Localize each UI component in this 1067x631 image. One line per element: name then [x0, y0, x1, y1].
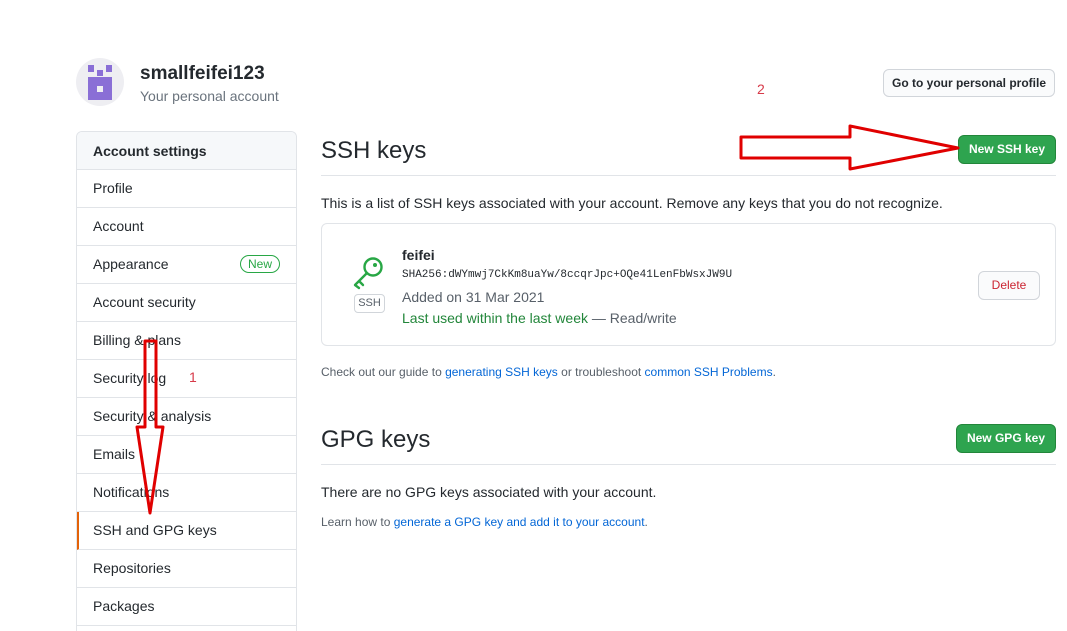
common-ssh-problems-link[interactable]: common SSH Problems: [645, 365, 773, 379]
guide-suffix: .: [772, 365, 776, 379]
delete-key-button[interactable]: Delete: [978, 271, 1040, 300]
sidebar-item-label: Billing & plans: [93, 332, 181, 348]
sidebar-item-label: Profile: [93, 180, 133, 196]
ssh-keys-heading: SSH keys: [321, 137, 427, 164]
learn-prefix: Learn how to: [321, 515, 394, 529]
key-last-used-text: Last used within the last week: [402, 310, 588, 326]
guide-prefix: Check out our guide to: [321, 365, 446, 379]
key-access: — Read/write: [588, 310, 677, 326]
new-badge: New: [239, 255, 280, 273]
sidebar-item-notifications[interactable]: Notifications: [77, 474, 296, 512]
sidebar-item-label: Security & analysis: [93, 408, 212, 424]
new-gpg-key-button[interactable]: New GPG key: [956, 424, 1056, 453]
settings-sidebar: Account settings Profile Account Appeara…: [76, 131, 297, 631]
key-last-used: Last used within the last week — Read/wr…: [402, 310, 677, 326]
gpg-empty-text: There are no GPG keys associated with yo…: [321, 484, 657, 500]
sidebar-item-profile[interactable]: Profile: [77, 170, 296, 208]
sidebar-item-repositories[interactable]: Repositories: [77, 550, 296, 588]
annotation-number-1: 1: [189, 369, 197, 385]
sidebar-item-account-security[interactable]: Account security: [77, 284, 296, 322]
key-icon: [353, 257, 383, 290]
ssh-tag: SSH: [354, 294, 385, 313]
sidebar-item-ssh-gpg-keys[interactable]: SSH and GPG keys: [77, 512, 296, 550]
sidebar-item-label: Repositories: [93, 560, 171, 576]
key-title: feifei: [402, 247, 435, 263]
sidebar-item-label: Notifications: [93, 484, 170, 500]
sidebar-item-billing[interactable]: Billing & plans: [77, 322, 296, 360]
sidebar-item-label: Appearance: [93, 256, 169, 272]
sidebar-item-label: Account: [93, 218, 144, 234]
generate-gpg-key-link[interactable]: generate a GPG key and add it to your ac…: [394, 515, 645, 529]
sidebar-item-emails[interactable]: Emails: [77, 436, 296, 474]
key-fingerprint: SHA256:dWYmwj7CkKm8uaYw/8ccqrJpc+OQe41Le…: [402, 269, 733, 281]
identicon-icon: [88, 65, 112, 100]
sidebar-item-security-analysis[interactable]: Security & analysis: [77, 398, 296, 436]
sidebar-item-security-log[interactable]: Security log: [77, 360, 296, 398]
sidebar-item-account[interactable]: Account: [77, 208, 296, 246]
sidebar-item-label: Security log: [93, 370, 167, 386]
gpg-learn-text: Learn how to generate a GPG key and add …: [321, 515, 648, 529]
key-added-date: Added on 31 Mar 2021: [402, 289, 545, 305]
account-subtitle: Your personal account: [140, 88, 279, 104]
sidebar-item-packages[interactable]: Packages: [77, 588, 296, 626]
ssh-guide-text: Check out our guide to generating SSH ke…: [321, 365, 776, 379]
generating-ssh-keys-link[interactable]: generating SSH keys: [445, 365, 558, 379]
ssh-key-item: [321, 223, 1056, 346]
avatar[interactable]: [76, 58, 124, 106]
sidebar-item-label: Emails: [93, 446, 136, 462]
sidebar-item-label: Account security: [93, 294, 196, 310]
annotation-arrow-right: [739, 124, 960, 171]
go-to-profile-button[interactable]: Go to your personal profile: [883, 69, 1055, 97]
username[interactable]: smallfeifei123: [140, 63, 265, 85]
ssh-description: This is a list of SSH keys associated wi…: [321, 195, 943, 211]
gpg-divider: [321, 464, 1056, 465]
gpg-keys-heading: GPG keys: [321, 426, 431, 453]
annotation-number-2: 2: [757, 81, 765, 97]
guide-middle: or troubleshoot: [557, 365, 645, 379]
new-ssh-key-button[interactable]: New SSH key: [958, 135, 1056, 164]
ssh-divider: [321, 175, 1056, 176]
learn-suffix: .: [644, 515, 648, 529]
sidebar-item-appearance[interactable]: Appearance New: [77, 246, 296, 284]
sidebar-item-label: SSH and GPG keys: [93, 522, 217, 538]
sidebar-heading: Account settings: [77, 132, 296, 170]
